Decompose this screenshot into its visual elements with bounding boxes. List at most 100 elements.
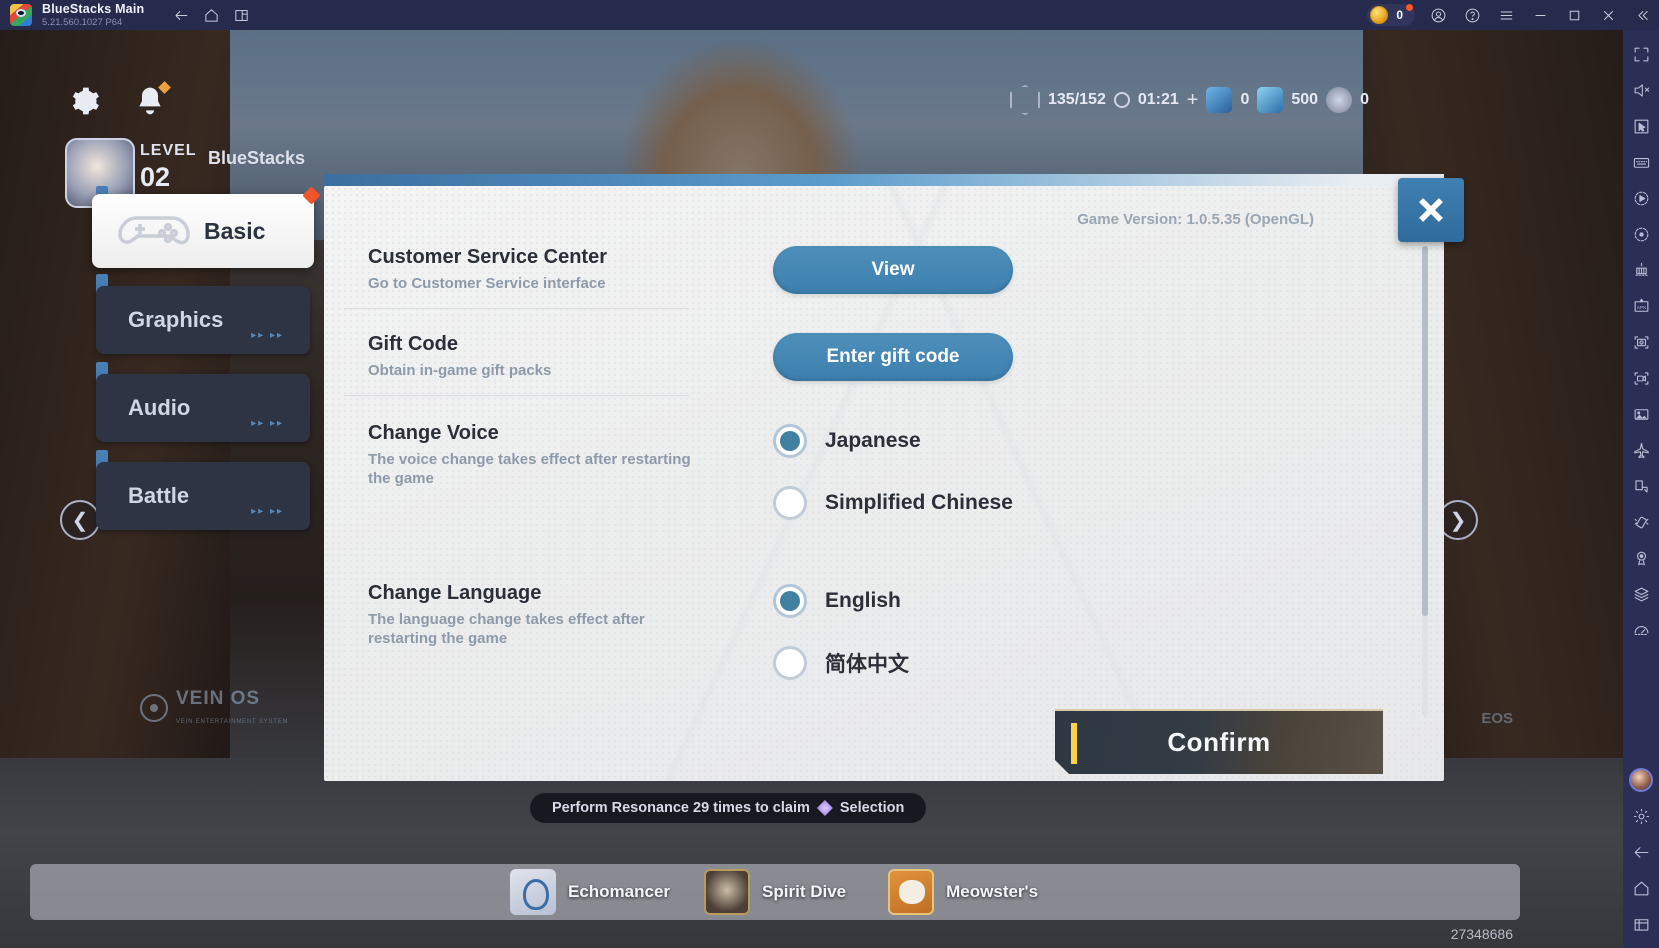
cursor-icon[interactable] bbox=[1623, 108, 1659, 144]
settings-tab-list: Basic Graphics ▸▸ ▸▸ Audio ▸▸ ▸▸ Battle … bbox=[92, 186, 321, 716]
currency-3-icon bbox=[1326, 87, 1353, 113]
mission-toast: Perform Resonance 29 times to claim Sele… bbox=[530, 793, 927, 823]
setting-control: Japanese Simplified Chinese bbox=[713, 422, 1013, 548]
close-dialog-button[interactable] bbox=[1398, 178, 1464, 242]
tab-badge-basic bbox=[302, 186, 321, 205]
tab-row-audio: Audio ▸▸ ▸▸ bbox=[96, 362, 321, 450]
tab-chevrons-battle: ▸▸ ▸▸ bbox=[251, 506, 284, 517]
radio-indicator bbox=[773, 424, 807, 458]
window-title: BlueStacks Main 5.21.560.1027 P64 bbox=[42, 3, 144, 27]
home-icon[interactable] bbox=[1623, 870, 1659, 906]
coin-badge bbox=[1406, 4, 1413, 11]
rotate-icon[interactable] bbox=[1623, 468, 1659, 504]
vein-os-text: VEIN OS bbox=[176, 688, 261, 709]
performance-icon[interactable] bbox=[1623, 612, 1659, 648]
setting-row-gift-code: Gift Code Obtain in-game gift packs Ente… bbox=[324, 333, 1444, 381]
settings-dialog: Basic Graphics ▸▸ ▸▸ Audio ▸▸ ▸▸ Battle … bbox=[92, 146, 1476, 781]
account-icon[interactable] bbox=[1421, 0, 1455, 30]
scrollbar-thumb[interactable] bbox=[1422, 246, 1428, 616]
confirm-button[interactable]: Confirm bbox=[1055, 709, 1383, 774]
radio-language-english[interactable]: English bbox=[773, 584, 909, 618]
vein-os-watermark: VEIN OS VEIN ENTERTAINMENT SYSTEM bbox=[140, 688, 288, 728]
radio-voice-simplified-chinese[interactable]: Simplified Chinese bbox=[773, 486, 1013, 520]
mission-toast-text: Perform Resonance 29 times to claim bbox=[552, 800, 810, 816]
multi-instance-icon[interactable] bbox=[226, 0, 256, 30]
coin-icon bbox=[1370, 6, 1389, 24]
collapse-icon[interactable] bbox=[1625, 0, 1659, 30]
back-arrow-icon[interactable] bbox=[1623, 834, 1659, 870]
setting-text: Gift Code Obtain in-game gift packs bbox=[368, 333, 713, 381]
confirm-label: Confirm bbox=[1167, 727, 1271, 757]
rewind-icon[interactable] bbox=[1623, 216, 1659, 252]
profile-avatar[interactable] bbox=[1629, 768, 1653, 792]
fullscreen-icon[interactable] bbox=[1623, 36, 1659, 72]
shake-icon[interactable] bbox=[1623, 504, 1659, 540]
gamepad-icon bbox=[114, 206, 194, 254]
game-notification-bell-icon[interactable] bbox=[134, 81, 171, 122]
game-version-label: Game Version: 1.0.5.35 (OpenGL) bbox=[1077, 211, 1314, 228]
spirit-dive-icon bbox=[704, 869, 751, 915]
setting-desc: Obtain in-game gift packs bbox=[368, 362, 552, 379]
menu-icon[interactable] bbox=[1489, 0, 1523, 30]
divider bbox=[344, 308, 689, 309]
multi-instance-manager-icon[interactable] bbox=[1623, 252, 1659, 288]
macro-record-icon[interactable] bbox=[1623, 180, 1659, 216]
meowsters-icon bbox=[888, 869, 935, 915]
settings-gear-icon[interactable] bbox=[1623, 798, 1659, 834]
radio-voice-japanese[interactable]: Japanese bbox=[773, 424, 1013, 458]
nav-item-echomancer[interactable]: Echomancer bbox=[510, 869, 670, 915]
tab-label-audio: Audio bbox=[128, 395, 191, 420]
titlebar-right-icons: 0 bbox=[1367, 0, 1659, 30]
view-button[interactable]: View bbox=[773, 246, 1013, 294]
recents-icon[interactable] bbox=[1623, 906, 1659, 942]
setting-row-customer-service: Customer Service Center Go to Customer S… bbox=[324, 246, 1444, 294]
media-manager-icon[interactable] bbox=[1623, 396, 1659, 432]
close-icon[interactable] bbox=[1591, 0, 1625, 30]
currency-1-icon bbox=[1206, 87, 1233, 113]
setting-row-change-voice: Change Voice The voice change takes effe… bbox=[324, 422, 1444, 548]
tab-audio[interactable]: Audio ▸▸ ▸▸ bbox=[96, 374, 310, 442]
tab-battle[interactable]: Battle ▸▸ ▸▸ bbox=[96, 462, 310, 530]
setting-title: Customer Service Center bbox=[368, 246, 607, 268]
help-icon[interactable] bbox=[1455, 0, 1489, 30]
carousel-prev-button[interactable]: ❮ bbox=[60, 500, 100, 540]
back-arrow-icon[interactable] bbox=[166, 0, 196, 30]
stamina-icon bbox=[1010, 85, 1040, 115]
window-version-text: 5.21.560.1027 P64 bbox=[42, 16, 123, 28]
divider bbox=[344, 395, 689, 396]
tab-basic[interactable]: Basic bbox=[92, 186, 321, 268]
setting-title: Change Language bbox=[368, 582, 542, 604]
airplane-mode-icon[interactable] bbox=[1623, 432, 1659, 468]
location-icon[interactable] bbox=[1623, 540, 1659, 576]
setting-control: View bbox=[713, 246, 1013, 294]
setting-row-change-language: Change Language The language change take… bbox=[324, 582, 1444, 708]
add-stamina-button[interactable]: + bbox=[1187, 89, 1199, 112]
layers-icon[interactable] bbox=[1623, 576, 1659, 612]
screenshot-icon[interactable] bbox=[1623, 324, 1659, 360]
minimize-icon[interactable] bbox=[1523, 0, 1557, 30]
currency-3-value: 0 bbox=[1360, 91, 1369, 108]
maximize-icon[interactable] bbox=[1557, 0, 1591, 30]
mute-icon[interactable] bbox=[1623, 72, 1659, 108]
setting-text: Change Voice The voice change takes effe… bbox=[368, 422, 713, 548]
install-apk-icon[interactable]: APK bbox=[1623, 288, 1659, 324]
user-id: 27348686 bbox=[1450, 926, 1513, 942]
coin-balance[interactable]: 0 bbox=[1367, 4, 1415, 26]
tab-graphics[interactable]: Graphics ▸▸ ▸▸ bbox=[96, 286, 310, 354]
nav-item-spirit-dive[interactable]: Spirit Dive bbox=[704, 869, 846, 915]
radio-label: Japanese bbox=[825, 429, 921, 452]
settings-rows: Customer Service Center Go to Customer S… bbox=[324, 246, 1444, 708]
home-icon[interactable] bbox=[196, 0, 226, 30]
radio-language-simplified-chinese[interactable]: 简体中文 bbox=[773, 646, 909, 680]
nav-item-meowsters[interactable]: Meowster's bbox=[888, 869, 1038, 915]
mission-toast-tail: Selection bbox=[839, 800, 905, 816]
screen-record-icon[interactable] bbox=[1623, 360, 1659, 396]
enter-gift-code-button[interactable]: Enter gift code bbox=[773, 333, 1013, 381]
game-settings-gear-icon[interactable] bbox=[68, 85, 100, 122]
keyboard-controls-icon[interactable] bbox=[1623, 144, 1659, 180]
setting-control: Enter gift code bbox=[713, 333, 1013, 381]
timer-icon bbox=[1113, 92, 1130, 108]
currency-1-value: 0 bbox=[1240, 91, 1250, 108]
setting-title: Gift Code bbox=[368, 333, 458, 355]
panel-scrollbar[interactable] bbox=[1422, 246, 1428, 716]
